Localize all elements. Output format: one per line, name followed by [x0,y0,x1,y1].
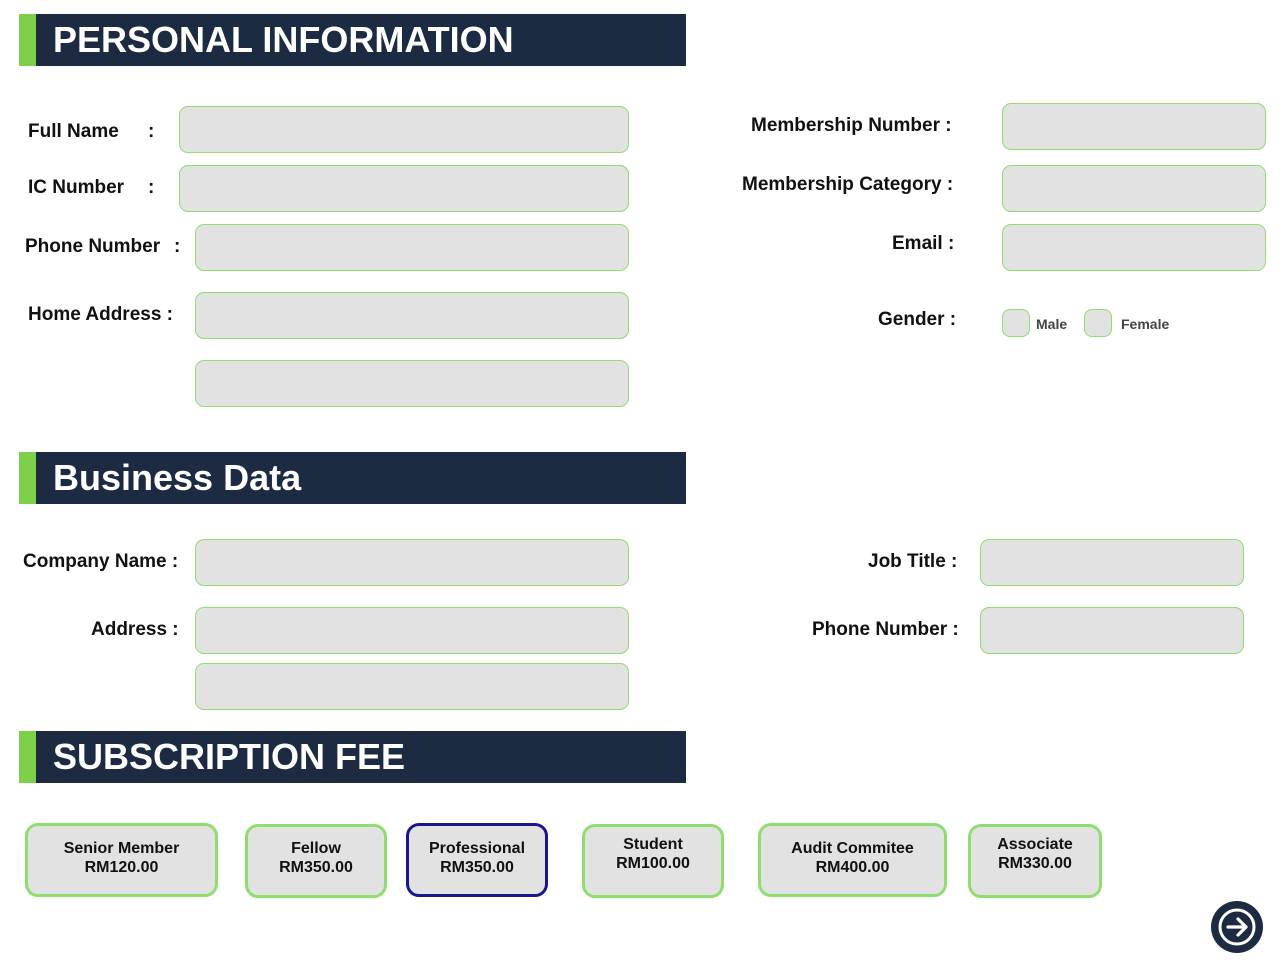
fee-option-name: Professional [428,840,526,857]
fee-option-name: Fellow [291,840,341,857]
job-title-input[interactable] [980,539,1244,586]
fee-option-associate[interactable]: Associate RM330.00 [968,824,1102,898]
home-address-line1-input[interactable] [195,292,629,339]
fee-option-price: RM350.00 [440,859,514,876]
email-input[interactable] [1002,224,1266,271]
phone-number-label: Phone Number [25,236,161,257]
business-address-label: Address : [91,619,179,640]
membership-number-input[interactable] [1002,103,1266,150]
section-title: PERSONAL INFORMATION [53,19,514,60]
fee-option-fellow[interactable]: Fellow RM350.00 [245,824,387,898]
fee-option-price: RM330.00 [998,855,1072,872]
gender-female-label: Female [1121,316,1170,332]
fee-option-professional[interactable]: Professional RM350.00 [406,823,548,897]
phone-number-input[interactable] [195,224,629,271]
gender-label: Gender : [878,309,957,330]
fee-option-price: RM400.00 [815,859,890,876]
fee-option-name: Student [623,836,683,853]
full-name-label: Full Name [28,121,119,142]
section-title: Business Data [53,457,302,498]
fee-option-price: RM120.00 [84,859,159,876]
ic-number-label: IC Number [28,177,125,198]
company-name-input[interactable] [195,539,629,586]
fee-option-senior-member[interactable]: Senior Member RM120.00 [25,823,218,897]
header-accent-bar [19,452,36,504]
email-label: Email : [892,233,955,254]
company-name-label: Company Name : [23,551,179,572]
subscription-fee-header: SUBSCRIPTION FEE [19,731,686,783]
membership-category-label: Membership Category : [742,174,954,195]
fee-option-student[interactable]: Student RM100.00 [582,824,724,898]
full-name-colon: : [148,121,155,142]
fee-option-price: RM100.00 [616,855,690,872]
ic-number-input[interactable] [179,165,629,212]
fee-option-name: Audit Commitee [791,840,914,857]
section-title: SUBSCRIPTION FEE [53,736,406,777]
personal-information-header: PERSONAL INFORMATION [19,14,686,66]
business-phone-input[interactable] [980,607,1244,654]
arrow-right-circle-icon [1218,908,1256,946]
business-address-line2-input[interactable] [195,663,629,710]
business-phone-label: Phone Number : [812,619,959,640]
membership-number-label: Membership Number : [751,115,952,136]
home-address-line2-input[interactable] [195,360,629,407]
business-data-header: Business Data [19,452,686,504]
membership-category-input[interactable] [1002,165,1266,212]
gender-female-checkbox[interactable] [1084,309,1112,337]
gender-male-label: Male [1036,316,1068,332]
header-accent-bar [19,731,36,783]
header-accent-bar [19,14,36,66]
ic-number-colon: : [148,177,155,198]
fee-option-name: Senior Member [63,840,180,857]
fee-option-audit-commitee[interactable]: Audit Commitee RM400.00 [758,823,947,897]
phone-number-colon: : [174,236,181,257]
fee-option-name: Associate [997,836,1073,853]
next-button[interactable] [1211,901,1263,953]
fee-option-price: RM350.00 [279,859,353,876]
job-title-label: Job Title : [868,551,958,572]
business-address-line1-input[interactable] [195,607,629,654]
gender-male-checkbox[interactable] [1002,309,1030,337]
home-address-label: Home Address : [28,304,173,325]
full-name-input[interactable] [179,106,629,153]
